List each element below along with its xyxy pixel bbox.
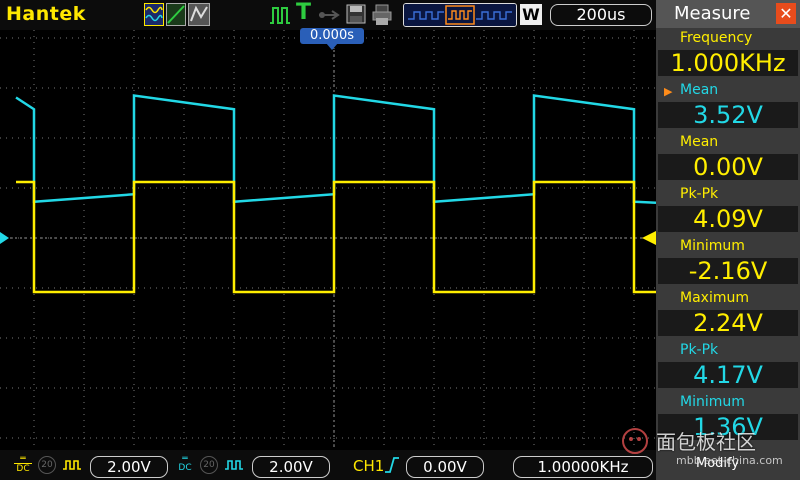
trigger-level[interactable]: 0.00V bbox=[406, 456, 484, 478]
watermark: 面包板社区 mbb.eet-china.com bbox=[620, 420, 800, 480]
run-status-icon[interactable] bbox=[268, 5, 292, 25]
save-icon[interactable] bbox=[346, 4, 366, 24]
ch1-coupling-icon[interactable]: ═ DC bbox=[14, 455, 32, 475]
measure-label[interactable]: Pk-Pk bbox=[680, 342, 718, 358]
watermark-logo-icon bbox=[622, 428, 648, 454]
timebase-readout[interactable]: 200us bbox=[550, 4, 652, 26]
ch2-coupling-icon[interactable]: ═ DC bbox=[176, 455, 194, 475]
ch1-bandwidth-icon: 20 bbox=[38, 456, 56, 474]
ch2-bandwidth-icon: 20 bbox=[200, 456, 218, 474]
trigger-source[interactable]: CH1 bbox=[353, 457, 384, 475]
measure-value: -2.16V bbox=[688, 257, 768, 285]
measure-label[interactable]: Maximum bbox=[680, 290, 749, 306]
trigger-position-label[interactable]: 0.000s bbox=[300, 28, 364, 44]
ch2-ground-marker[interactable] bbox=[0, 232, 9, 244]
waveform-area bbox=[0, 30, 656, 450]
window-mode-badge: W bbox=[520, 4, 542, 25]
measure-value: 4.17V bbox=[693, 361, 763, 389]
graticule bbox=[0, 30, 656, 450]
ch2-scale[interactable]: 2.00V bbox=[252, 456, 330, 478]
measure-label[interactable]: Minimum bbox=[680, 238, 745, 254]
center-axes bbox=[0, 30, 656, 450]
bottom-status-bar: ═ DC 20 2.00V ═ DC 20 2.00V CH1 0.00V 1.… bbox=[0, 450, 656, 480]
trigger-position-pointer bbox=[326, 43, 338, 50]
measure-value: 2.24V bbox=[693, 309, 763, 337]
measure-value: 3.52V bbox=[693, 101, 763, 129]
measure-value: 4.09V bbox=[693, 205, 763, 233]
measure-panel-header: Measure ✕ bbox=[656, 0, 800, 28]
ch2-wave-icon bbox=[225, 460, 243, 470]
usb-icon bbox=[319, 10, 340, 20]
watermark-url: mbb.eet-china.com bbox=[676, 454, 783, 467]
watermark-text: 面包板社区 bbox=[656, 430, 756, 454]
memory-overview[interactable] bbox=[403, 3, 517, 27]
measure-label[interactable]: Pk-Pk bbox=[680, 186, 718, 202]
measure-value: 1.000KHz bbox=[670, 49, 786, 77]
top-toolbar: Hantek T W 200us bbox=[0, 0, 656, 30]
close-icon[interactable]: ✕ bbox=[776, 3, 796, 24]
measure-panel: Measure ✕ Frequency 1.000KHz ▶ Mean 3.52V Mea… bbox=[656, 0, 800, 480]
autoset-wave-icon[interactable] bbox=[144, 3, 164, 26]
measure-value: 0.00V bbox=[693, 153, 763, 181]
measure-label[interactable]: Frequency bbox=[680, 30, 752, 46]
scope-display[interactable] bbox=[0, 30, 656, 450]
measure-label[interactable]: Mean bbox=[680, 134, 718, 150]
measure-label[interactable]: Mean bbox=[680, 82, 718, 98]
ch1-wave-icon bbox=[63, 460, 81, 470]
trigger-level-marker[interactable] bbox=[642, 231, 656, 245]
printer-icon[interactable] bbox=[372, 4, 392, 26]
measure-label[interactable]: Minimum bbox=[680, 394, 745, 410]
selected-arrow-icon: ▶ bbox=[664, 85, 673, 98]
rising-edge-icon[interactable] bbox=[384, 456, 400, 474]
ch1-scale[interactable]: 2.00V bbox=[90, 456, 168, 478]
ch1-waveform bbox=[16, 180, 656, 294]
trigger-status-icon: T bbox=[296, 0, 312, 25]
ch2-waveform bbox=[15, 94, 656, 204]
ref-wave-icon[interactable] bbox=[188, 3, 210, 26]
brand-logo: Hantek bbox=[6, 3, 86, 25]
measure-title: Measure bbox=[674, 3, 751, 24]
math-icon[interactable] bbox=[166, 3, 186, 26]
